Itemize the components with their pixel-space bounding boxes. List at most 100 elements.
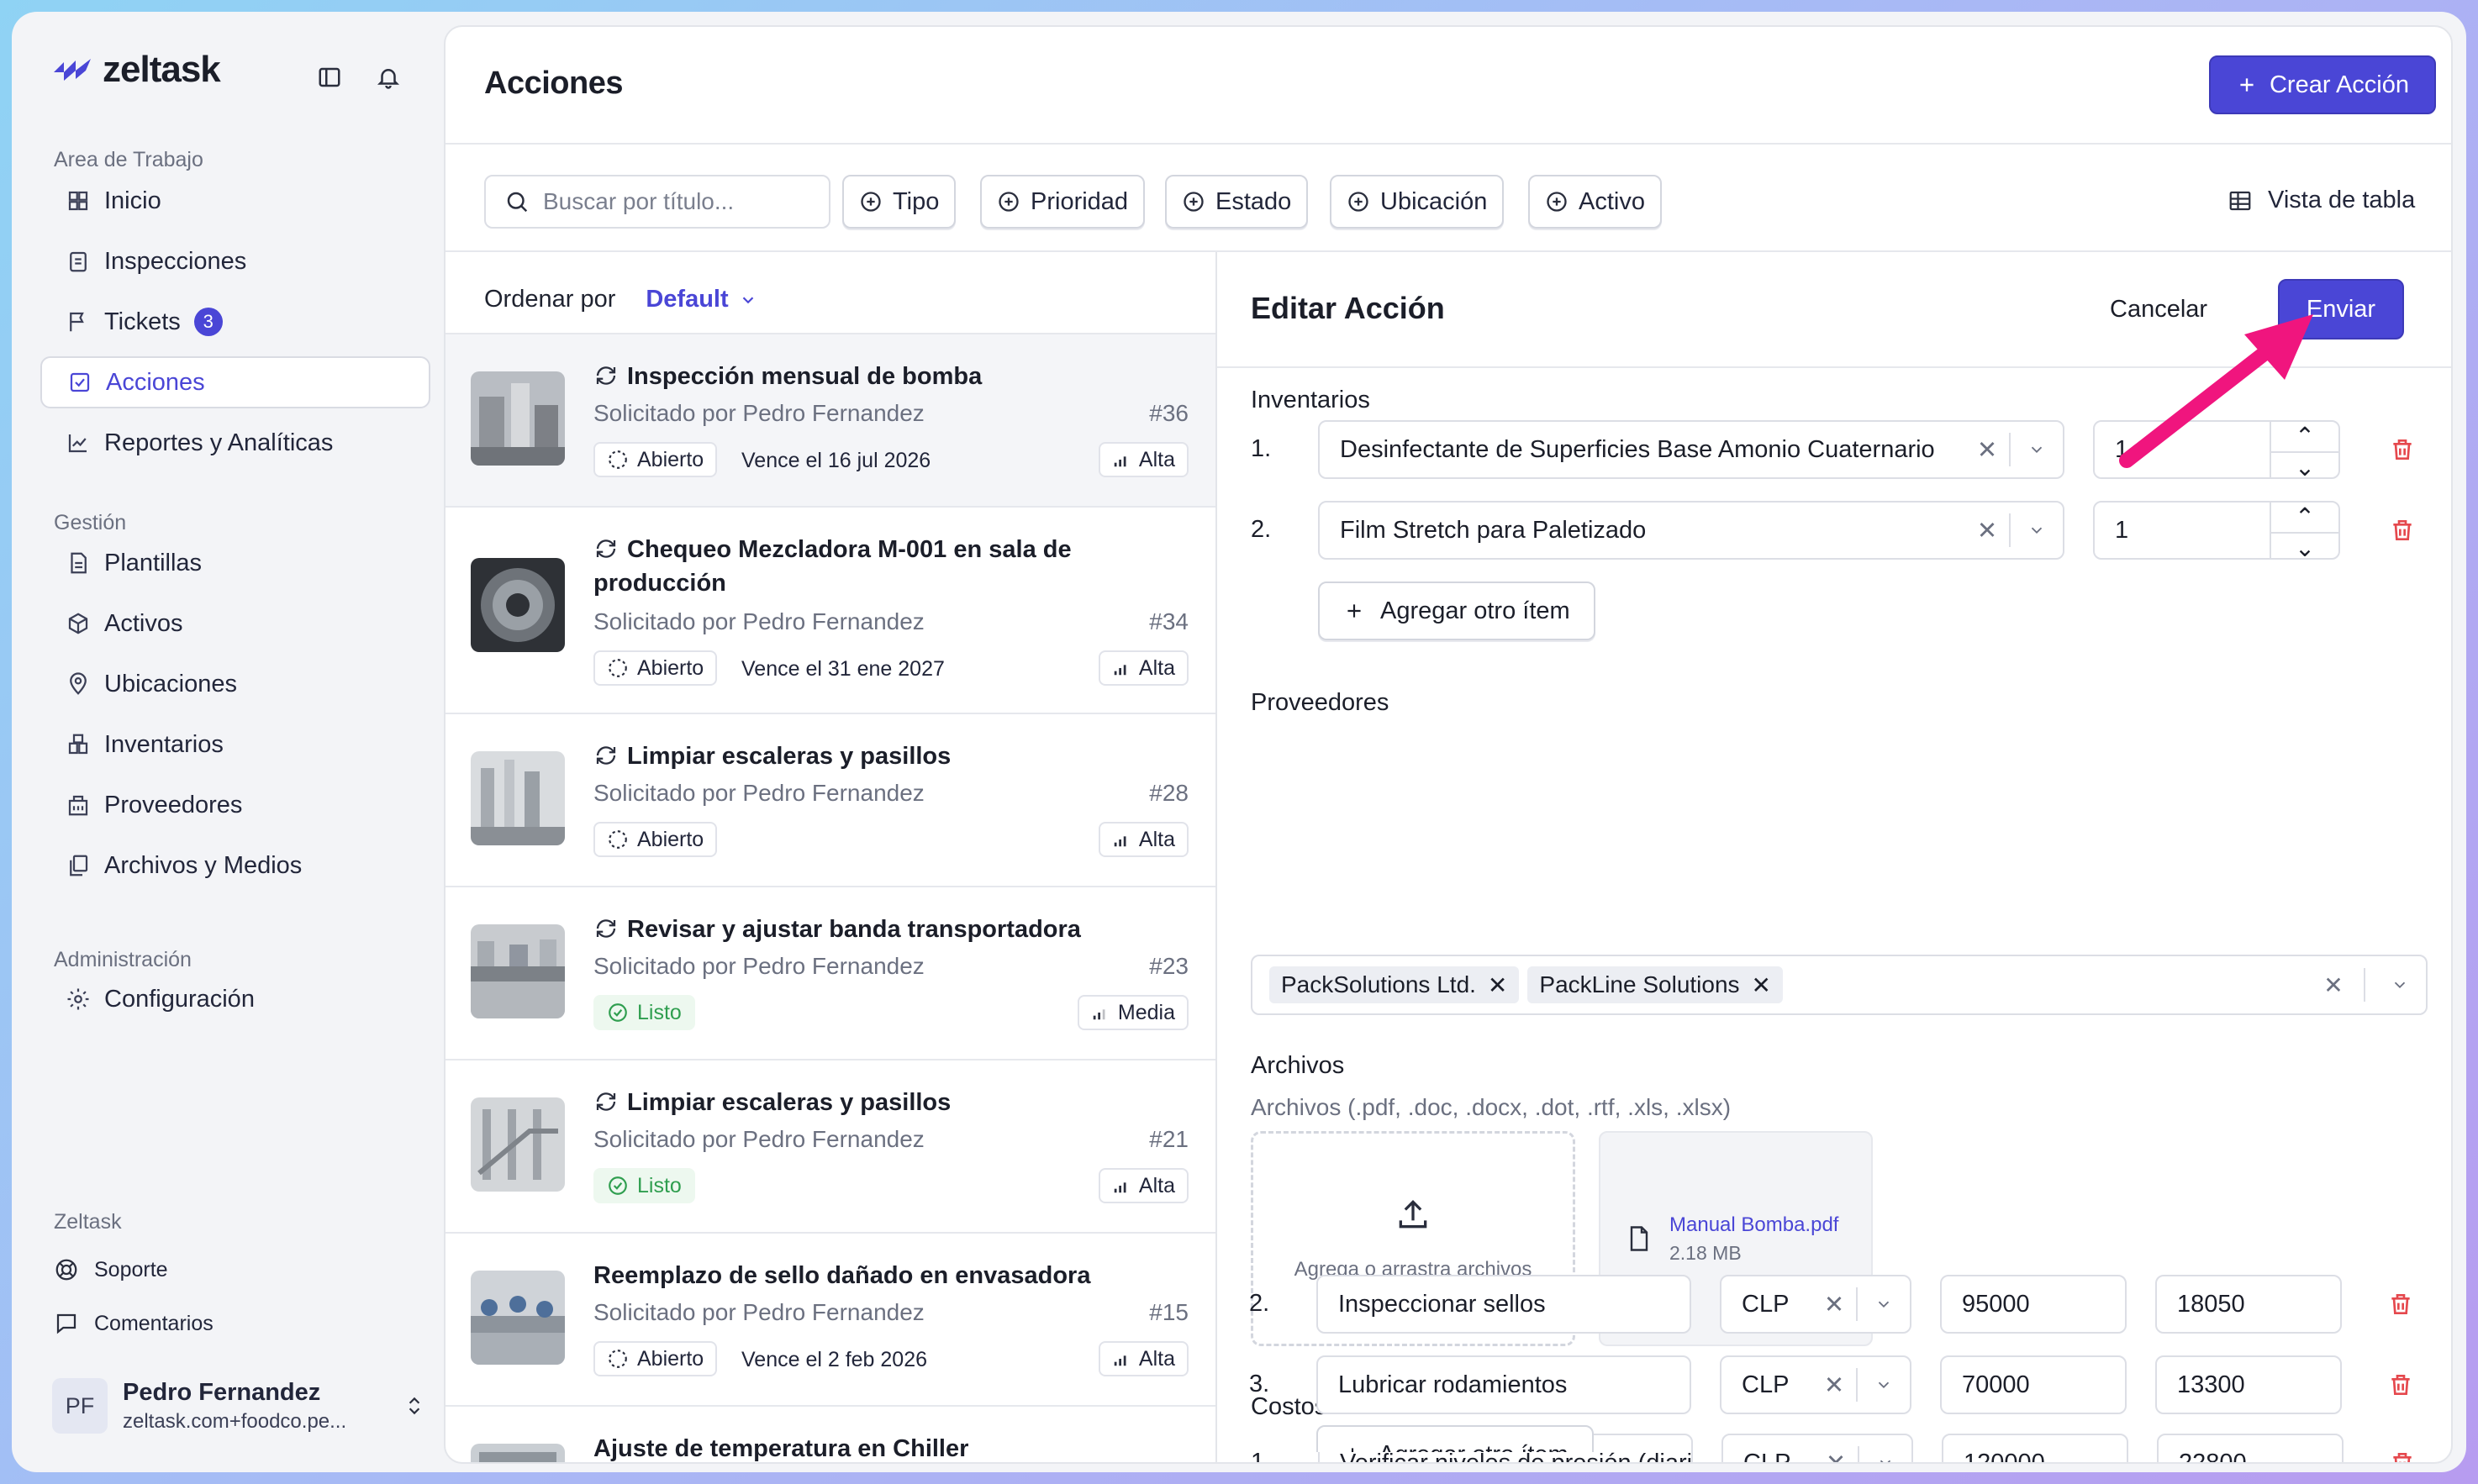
card-id: #28 [1149,780,1189,806]
search-input[interactable]: Buscar por título... [484,175,830,229]
due-date: Vence el 31 ene 2027 [741,657,945,681]
trash-icon[interactable] [2387,1291,2414,1318]
list-item[interactable]: Reemplazo de sello dañado en envasadora … [446,1232,1215,1405]
table-view-toggle[interactable]: Vista de tabla [2228,187,2415,214]
cost-amount-input[interactable]: 95000 [1940,1275,2127,1334]
trash-icon[interactable] [2387,1371,2414,1398]
create-action-button[interactable]: Crear Acción [2209,55,2436,114]
clear-icon[interactable]: ✕ [1812,1371,1856,1400]
clear-icon[interactable]: ✕ [1812,1290,1856,1319]
card-title-text: Chequeo Mezcladora M-001 en sala de [627,536,1072,563]
row-index: 2. [1249,1290,1270,1317]
status-open-icon [609,1350,627,1368]
sidebar-item-plantillas[interactable]: Plantillas [40,537,430,589]
sidebar-item-inspecciones[interactable]: Inspecciones [40,235,430,287]
sort-control: Ordenar por Default [484,286,757,313]
building-icon [68,795,88,816]
cost-description-input[interactable]: Inspeccionar sellos [1316,1275,1691,1334]
priority-badge: Media [1077,995,1189,1030]
list-item[interactable]: Ajuste de temperatura en Chiller [446,1405,1215,1462]
sidebar-item-ubicaciones[interactable]: Ubicaciones [40,658,430,710]
priority-text: Alta [1138,655,1175,680]
section-label-management: Gestión [54,511,127,534]
card-title-text: Limpiar escaleras y pasillos [627,1089,952,1116]
cost-description-input[interactable]: Lubricar rodamientos [1316,1355,1691,1414]
cost-tax-input[interactable]: 18050 [2155,1275,2342,1334]
add-cost-item-button[interactable]: Agregar otro ítem [1316,1425,1594,1452]
filter-prioridad-button[interactable]: Prioridad [980,175,1146,229]
table-view-label: Vista de tabla [2268,187,2416,213]
signal-bars-icon [1114,456,1126,467]
list-item[interactable]: Revisar y ajustar banda transportadora S… [446,886,1215,1059]
filter-tipo-button[interactable]: Tipo [842,175,957,229]
create-action-label: Crear Acción [2269,71,2409,98]
thumbnail-image [471,751,565,845]
chevron-down-icon[interactable] [1858,1376,1910,1394]
status-open-icon [609,450,627,469]
chevron-down-icon[interactable] [1858,1295,1910,1313]
due-date: Vence el 2 feb 2026 [741,1348,928,1371]
recurring-icon [596,366,616,385]
avatar: PF [52,1378,108,1434]
sidebar-item-reportes[interactable]: Reportes y Analíticas [40,417,430,469]
plus-circle-icon [1184,192,1204,212]
status-badge: Abierto [593,1341,718,1376]
dashboard-icon [68,191,88,211]
sidebar-item-inventarios[interactable]: Inventarios [40,718,430,771]
recurring-icon [596,919,616,938]
page-title: Acciones [484,66,623,101]
map-pin-icon [70,672,87,695]
gear-icon [67,988,89,1010]
card-requester: Solicitado por Pedro Fernandez [593,400,925,426]
sidebar-item-comentarios[interactable]: Comentarios [54,1311,214,1336]
currency-select[interactable]: CLP ✕ [1720,1275,1911,1334]
filter-activo-button[interactable]: Activo [1528,175,1662,229]
filter-label: Ubicación [1380,187,1488,215]
sidebar-item-label: Soporte [94,1257,168,1281]
card-id: #15 [1149,1299,1189,1325]
filter-ubicacion-button[interactable]: Ubicación [1330,175,1505,229]
bell-icon[interactable] [375,64,402,91]
sidebar-item-label: Ubicaciones [104,670,237,697]
filter-estado-button[interactable]: Estado [1165,175,1309,229]
sidebar-item-configuracion[interactable]: Configuración [40,973,430,1025]
chevron-up-down-icon [409,1397,420,1415]
recurring-icon [596,746,616,765]
sidebar-item-acciones[interactable]: Acciones [40,356,430,408]
cost-description-value: Inspeccionar sellos [1338,1290,1546,1318]
sidebar-item-inicio[interactable]: Inicio [40,175,430,227]
thumbnail-image [471,1271,565,1365]
brand-logo[interactable]: zeltask [52,49,221,91]
status-badge: Listo [593,995,695,1030]
plus-circle-icon [1348,192,1368,212]
sidebar-item-soporte[interactable]: Soporte [54,1257,168,1282]
status-text: Listo [637,1000,682,1024]
card-title: Limpiar escaleras y pasillos [593,1086,951,1119]
plus-circle-icon [1547,192,1567,212]
currency-select[interactable]: CLP ✕ [1720,1355,1911,1414]
sidebar-item-label: Acciones [106,368,205,396]
list-item[interactable]: Limpiar escaleras y pasillos Solicitado … [446,713,1215,886]
clipboard-icon [70,251,87,272]
check-circle-icon [609,1176,627,1195]
card-title: Revisar y ajustar banda transportadora [593,913,1081,946]
sidebar-toggle-icon[interactable] [316,64,343,91]
list-item[interactable]: Chequeo Mezcladora M-001 en sala de prod… [446,506,1215,713]
card-id: #34 [1149,608,1189,634]
sidebar-item-proveedores[interactable]: Proveedores [40,779,430,831]
cost-amount-input[interactable]: 70000 [1940,1355,2127,1414]
list-item[interactable]: Limpiar escaleras y pasillos Solicitado … [446,1059,1215,1232]
signal-bars-icon [1114,836,1126,847]
user-menu[interactable]: PF Pedro Fernandez zeltask.com+foodco.pe… [52,1368,425,1444]
priority-text: Alta [1138,447,1175,471]
sidebar-item-activos[interactable]: Activos [40,597,430,650]
list-item[interactable]: Inspección mensual de bomba Solicitado p… [446,333,1215,506]
sort-dropdown[interactable]: Default [646,286,757,313]
cost-tax-input[interactable]: 13300 [2155,1355,2342,1414]
chevron-down-icon[interactable] [1859,1454,1911,1462]
card-title-text: Inspección mensual de bomba [627,363,983,390]
lifebuoy-icon [55,1259,77,1281]
search-placeholder: Buscar por título... [543,188,735,214]
sidebar-item-tickets[interactable]: Tickets 3 [40,296,430,348]
sidebar-item-archivos[interactable]: Archivos y Medios [40,839,430,892]
